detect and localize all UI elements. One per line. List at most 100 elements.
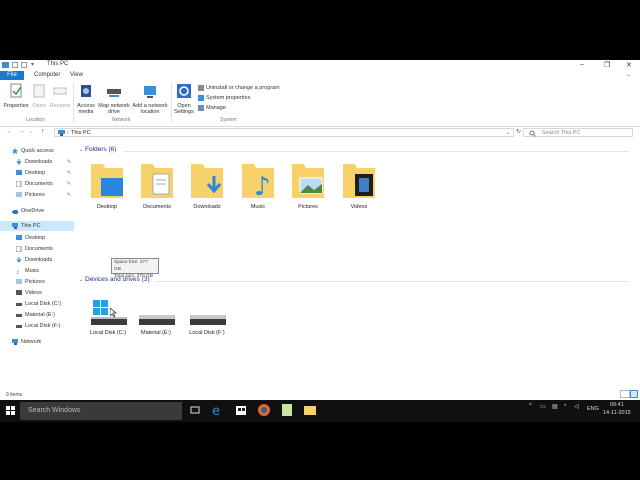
clock-time[interactable]: 09:41: [610, 402, 624, 408]
refresh-icon[interactable]: ↻: [516, 128, 521, 135]
title-bar: ▾ This PC – ❐ ✕: [0, 60, 640, 70]
drive-tooltip: Space free: 277 GB Total size: 370 GB: [111, 258, 159, 279]
drive-local-disk-f[interactable]: Local Disk (F:): [179, 296, 235, 336]
tab-file[interactable]: File: [0, 71, 24, 80]
documents-folder-icon: [141, 164, 173, 198]
tab-view[interactable]: View: [66, 71, 87, 80]
group-label-system: System: [220, 117, 237, 123]
nav-pc-item[interactable]: Documents: [0, 244, 74, 254]
downloads-icon: [16, 257, 22, 263]
folder-music[interactable]: ♪ Music: [233, 160, 283, 210]
details-view-icon[interactable]: [620, 390, 630, 398]
open-button[interactable]: Open: [29, 83, 49, 109]
clock-date[interactable]: 14-11-2015: [603, 410, 631, 416]
open-settings-label: Open Settings: [174, 103, 194, 115]
recent-locations-icon[interactable]: ⌄: [29, 129, 33, 135]
search-placeholder: Search This PC: [542, 130, 581, 136]
close-button[interactable]: ✕: [626, 61, 632, 69]
nav-network[interactable]: Network: [0, 337, 74, 347]
show-hidden-icons-icon[interactable]: ^: [529, 403, 532, 409]
network-drive-icon: [107, 89, 121, 97]
desktop-icon: [16, 235, 22, 240]
svg-text:♪: ♪: [254, 172, 271, 200]
open-settings-button[interactable]: Open Settings: [173, 83, 195, 115]
rename-button[interactable]: Rename: [49, 83, 71, 109]
network-location-icon: [144, 86, 156, 98]
nav-pc-item[interactable]: Material (E:): [0, 310, 74, 320]
language-indicator[interactable]: ENG: [587, 406, 599, 412]
tooltip-total-size: Total size: 370 GB: [114, 274, 153, 279]
add-network-location-button[interactable]: Add a network location: [131, 83, 169, 115]
address-dropdown-icon[interactable]: ⌄: [505, 129, 510, 137]
status-item-count: 9 items: [6, 392, 23, 398]
drive-material-e[interactable]: Material (E:): [128, 296, 184, 336]
forward-arrow-icon[interactable]: →: [18, 128, 25, 135]
nav-quick-access[interactable]: Quick access: [0, 146, 74, 156]
section-divider: [124, 151, 629, 152]
nav-pc-item[interactable]: Desktop: [0, 233, 74, 243]
nav-pc-item[interactable]: Local Disk (C:): [0, 299, 74, 309]
nav-pc-item[interactable]: Downloads: [0, 255, 74, 265]
windows-start-icon[interactable]: [6, 406, 15, 415]
battery-icon[interactable]: ▭: [540, 403, 546, 410]
properties-label: Properties: [3, 103, 29, 109]
new-folder-quick-icon[interactable]: [21, 62, 27, 68]
nav-this-pc[interactable]: This PC: [0, 221, 74, 231]
customize-toolbar-icon[interactable]: ▾: [31, 61, 34, 68]
message-icon[interactable]: ▤: [552, 403, 558, 410]
nav-quick-item[interactable]: Documents ✎: [0, 179, 74, 189]
nav-quick-item[interactable]: Pictures ✎: [0, 190, 74, 200]
edge-icon[interactable]: e: [211, 403, 225, 417]
store-icon[interactable]: [234, 403, 248, 417]
back-arrow-icon[interactable]: ←: [6, 128, 13, 135]
nav-quick-item[interactable]: Desktop ✎: [0, 168, 74, 178]
collapse-folders-icon[interactable]: ⌄: [79, 147, 83, 153]
folders-header[interactable]: Folders (6): [85, 146, 116, 153]
nav-pc-item[interactable]: Local Disk (F:): [0, 321, 74, 331]
file-explorer-taskbar-icon[interactable]: [303, 403, 317, 417]
folder-videos[interactable]: Videos: [334, 160, 384, 210]
drive-icon: [139, 315, 175, 325]
collapse-drives-icon[interactable]: ⌄: [79, 277, 83, 283]
folder-label: Desktop: [96, 204, 118, 210]
breadcrumb-this-pc[interactable]: This PC: [71, 129, 91, 137]
videos-folder-icon: [343, 164, 375, 198]
expand-ribbon-icon[interactable]: ⌄: [626, 71, 631, 78]
wifi-icon[interactable]: ◔: [563, 403, 567, 409]
folder-downloads[interactable]: Downloads: [182, 160, 232, 210]
pictures-icon: [16, 279, 22, 284]
minimize-button[interactable]: –: [580, 61, 584, 68]
taskbar-search-input[interactable]: Search Windows: [20, 402, 182, 420]
nav-onedrive[interactable]: OneDrive: [0, 206, 74, 216]
maximize-button[interactable]: ❐: [604, 61, 610, 69]
folder-desktop[interactable]: Desktop: [82, 160, 132, 210]
drive-icon: [16, 303, 22, 306]
manage-button[interactable]: Manage: [198, 105, 226, 111]
nav-pc-item[interactable]: ♪ Music: [0, 266, 74, 276]
access-media-button[interactable]: Access media: [74, 83, 98, 115]
notepad-icon[interactable]: [280, 403, 294, 417]
system-properties-button[interactable]: System properties: [198, 95, 250, 101]
folder-pictures[interactable]: Pictures: [283, 160, 333, 210]
open-label: Open: [32, 103, 46, 109]
volume-icon[interactable]: ◁: [574, 403, 579, 410]
up-arrow-icon[interactable]: ↑: [41, 128, 45, 135]
nav-pc-item[interactable]: Pictures: [0, 277, 74, 287]
task-view-icon[interactable]: [188, 403, 202, 417]
folder-documents[interactable]: Documents: [132, 160, 182, 210]
address-box[interactable]: › This PC ⌄: [54, 128, 514, 137]
breadcrumb-chevron-icon[interactable]: ›: [67, 129, 69, 137]
documents-icon: [16, 181, 22, 187]
pin-icon: ✎: [66, 159, 71, 165]
nav-quick-item[interactable]: Downloads ✎: [0, 157, 74, 167]
map-network-drive-button[interactable]: Map network drive: [96, 83, 132, 115]
properties-button[interactable]: Properties: [3, 83, 29, 109]
nav-pc-item[interactable]: Videos: [0, 288, 74, 298]
tab-computer[interactable]: Computer: [30, 71, 64, 80]
large-icons-view-icon[interactable]: [630, 390, 638, 398]
firefox-icon[interactable]: [257, 403, 271, 417]
search-input[interactable]: Search This PC: [523, 128, 633, 137]
uninstall-program-button[interactable]: Uninstall or change a program: [198, 85, 280, 91]
explorer-icon: [2, 62, 9, 68]
properties-quick-icon[interactable]: [12, 62, 18, 68]
